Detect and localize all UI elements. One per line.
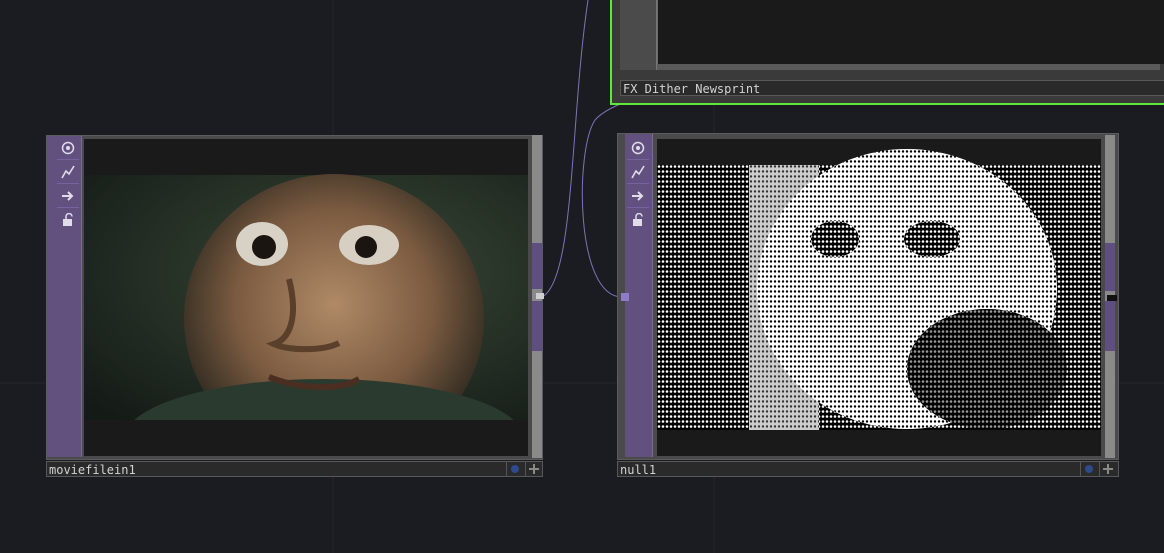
- output-tab: [1105, 243, 1115, 291]
- pin-icon[interactable]: [525, 461, 542, 477]
- arrow-right-icon[interactable]: [627, 185, 649, 208]
- output-tab: [1105, 301, 1115, 351]
- output-tab: [532, 301, 542, 351]
- arrow-right-icon[interactable]: [57, 185, 79, 208]
- moviefilein-name[interactable]: moviefilein1: [46, 461, 543, 477]
- fx-dither-newsprint-node[interactable]: FX_Dither_Newsprint: [610, 0, 1164, 105]
- null-viewer[interactable]: [657, 139, 1101, 456]
- lock-icon[interactable]: [57, 209, 79, 231]
- moviefilein-node[interactable]: moviefilein1: [46, 135, 544, 480]
- moviefilein-sidebar: [47, 136, 82, 457]
- fx-node-sidebar: [620, 0, 657, 70]
- fx-node-name[interactable]: FX_Dither_Newsprint: [620, 80, 1164, 96]
- null-input-connector[interactable]: [621, 293, 629, 301]
- fx-node-viewer[interactable]: [656, 0, 1164, 64]
- display-flag-icon[interactable]: [506, 461, 523, 477]
- viewer-toggle-icon[interactable]: [57, 137, 79, 160]
- null-name[interactable]: null1: [617, 461, 1119, 477]
- moviefilein-output-connector[interactable]: [536, 293, 544, 299]
- graph-icon[interactable]: [57, 161, 79, 184]
- null-sidebar: [625, 134, 653, 457]
- pin-icon[interactable]: [1099, 461, 1116, 477]
- moviefilein-viewer[interactable]: [84, 139, 528, 456]
- null-output-connector[interactable]: [1107, 295, 1117, 301]
- lock-icon[interactable]: [627, 209, 649, 231]
- display-flag-icon[interactable]: [1080, 461, 1097, 477]
- null-node[interactable]: null1: [617, 133, 1119, 481]
- graph-icon[interactable]: [627, 161, 649, 184]
- dither-newsprint-image: [657, 139, 1101, 456]
- output-tab: [532, 243, 542, 289]
- movie-frame-image: [84, 139, 528, 456]
- viewer-toggle-icon[interactable]: [627, 137, 649, 160]
